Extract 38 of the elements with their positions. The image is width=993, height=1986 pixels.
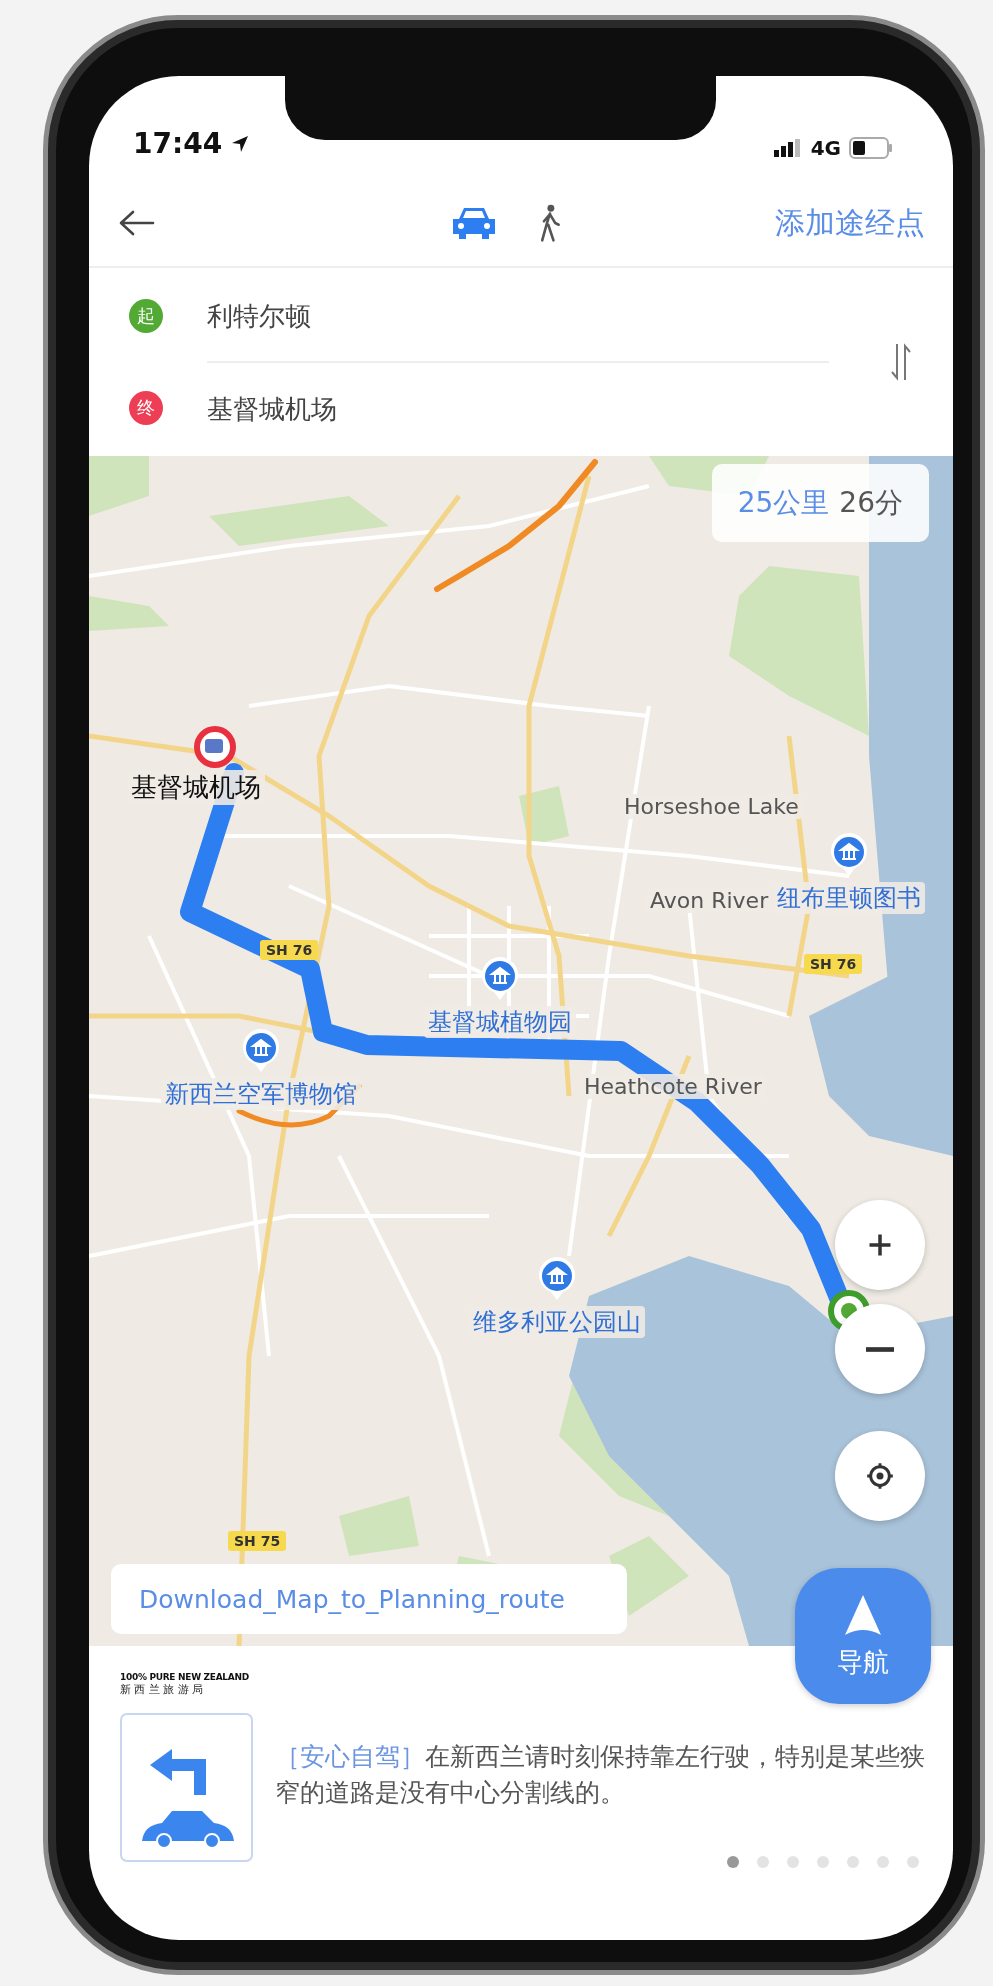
route-distance: 25公里 bbox=[737, 485, 830, 521]
map-poi-label[interactable]: 基督城植物园 bbox=[424, 1006, 576, 1038]
page-dot[interactable] bbox=[727, 1856, 739, 1868]
minus-icon bbox=[866, 1346, 894, 1352]
back-arrow-icon[interactable] bbox=[117, 208, 157, 238]
landmark-pin-icon[interactable] bbox=[537, 1256, 577, 1302]
battery-icon bbox=[849, 137, 893, 159]
stop-badge: 起 bbox=[129, 299, 163, 333]
stop-field[interactable]: 利特尔顿 bbox=[207, 270, 829, 362]
status-time: 17:44 bbox=[133, 127, 223, 160]
add-waypoint-link[interactable]: 添加途经点 bbox=[775, 202, 925, 244]
page-dot[interactable] bbox=[787, 1856, 799, 1868]
network-label: 4G bbox=[810, 136, 841, 160]
location-arrow-icon bbox=[230, 133, 251, 154]
turn-left-car-icon bbox=[120, 1713, 253, 1862]
landmark-pin-icon[interactable] bbox=[480, 956, 520, 1002]
brand-logo-subtitle: 新 西 兰 旅 游 局 bbox=[120, 1682, 205, 1697]
crosshair-icon bbox=[866, 1462, 894, 1490]
swap-icon[interactable] bbox=[889, 342, 913, 382]
landmark-pin-icon[interactable] bbox=[829, 832, 869, 878]
page-dot[interactable] bbox=[817, 1856, 829, 1868]
page-dot[interactable] bbox=[847, 1856, 859, 1868]
page-dot[interactable] bbox=[757, 1856, 769, 1868]
route-duration: 26分 bbox=[839, 485, 903, 521]
landmark-pin-icon[interactable] bbox=[241, 1028, 281, 1074]
road-number-badge: SH 76 bbox=[260, 940, 319, 960]
road-number-badge: SH 76 bbox=[804, 954, 863, 974]
download-map-banner[interactable]: Download_Map_to_Planning_route bbox=[111, 1564, 627, 1634]
destination-marker-icon bbox=[193, 725, 237, 769]
page-dot[interactable] bbox=[907, 1856, 919, 1868]
navigate-button[interactable]: 导航 bbox=[795, 1568, 931, 1704]
map-poi-label[interactable]: 新西兰空军博物馆 bbox=[161, 1078, 361, 1110]
stop-badge: 终 bbox=[129, 391, 163, 425]
driving-tip-text: ［安心自驾］在新西兰请时刻保持靠左行驶，特别是某些狭窄的道路是没有中心分割线的。 bbox=[275, 1741, 925, 1809]
signal-icon bbox=[772, 138, 803, 158]
brand-logo-text: 100% PURE NEW ZEALAND bbox=[120, 1672, 250, 1682]
page-dot[interactable] bbox=[877, 1856, 889, 1868]
road-number-badge: SH 75 bbox=[228, 1531, 287, 1551]
